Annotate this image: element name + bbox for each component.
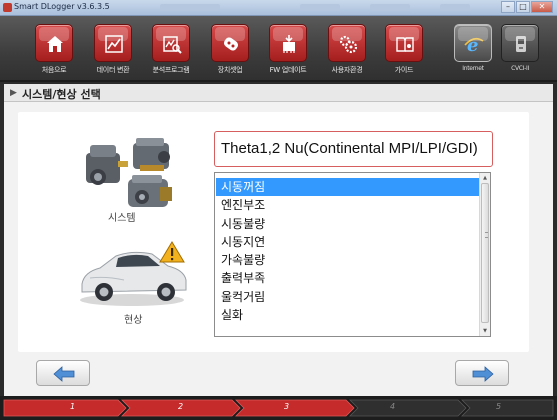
step-progress: 1 2 3 4 5	[0, 396, 557, 420]
car-image[interactable]	[76, 238, 194, 308]
device-setup-button-label: 장치셋업	[217, 66, 243, 74]
list-item[interactable]: 시동꺼짐	[216, 178, 479, 197]
home-icon	[35, 24, 73, 62]
system-label: 시스템	[108, 213, 136, 224]
fw-update-button[interactable]: FW 업데이트	[265, 24, 311, 75]
title-blur	[440, 4, 470, 11]
cvci-device-icon	[501, 24, 539, 62]
window-title: Smart DLogger v3.6.3.5	[14, 2, 110, 11]
device-setup-button[interactable]: 장치셋업	[207, 24, 253, 75]
scroll-down-icon[interactable]: ▼	[480, 326, 490, 336]
guide-icon	[385, 24, 423, 62]
data-convert-button-label: 데이터 변환	[96, 66, 130, 74]
cvci-button[interactable]: CVCI-II	[497, 24, 543, 72]
next-button[interactable]	[455, 360, 509, 386]
close-button[interactable]: ✕	[531, 1, 553, 13]
symptom-label: 현상	[124, 315, 143, 326]
internet-icon: e	[454, 24, 492, 62]
selected-engine-display[interactable]: Theta1,2 Nu(Continental MPI/LPI/GDI)	[214, 131, 493, 167]
guide-button-label: 가이드	[394, 66, 414, 74]
fw-update-icon	[269, 24, 307, 62]
home-button[interactable]: 처음으로	[31, 24, 77, 75]
user-settings-button[interactable]: 사용자환경	[324, 24, 370, 75]
list-item[interactable]: 가속불량	[216, 251, 479, 269]
title-blur	[370, 4, 410, 11]
step-progress-arrows	[3, 399, 554, 417]
device-setup-icon	[211, 24, 249, 62]
symptom-list[interactable]: 시동꺼짐 엔진부조 시동불량 시동지연 가속불량 출력부족 울컥거림 실화 ▲ …	[214, 172, 491, 337]
arrow-right-icon	[472, 366, 494, 382]
home-button-label: 처음으로	[41, 66, 67, 74]
page-title: 시스템/현상 선택	[22, 88, 101, 101]
scroll-up-icon[interactable]: ▲	[480, 173, 490, 183]
user-settings-button-label: 사용자환경	[331, 66, 363, 74]
cvci-button-label: CVCI-II	[511, 65, 529, 72]
main-toolbar: 처음으로 데이터 변환 분석프로그램 장치셋업 FW 업데이트 사용자환경 가이…	[0, 16, 557, 82]
internet-button-label: Internet	[462, 65, 484, 72]
list-scrollbar[interactable]: ▲ ▼	[479, 173, 490, 336]
user-settings-icon	[328, 24, 366, 62]
app-icon	[3, 3, 12, 12]
list-item[interactable]: 엔진부조	[216, 196, 479, 214]
engine-image[interactable]	[78, 135, 188, 213]
title-blur	[160, 4, 220, 11]
list-item[interactable]: 시동지연	[216, 233, 479, 251]
analysis-button[interactable]: 분석프로그램	[148, 24, 194, 75]
selected-engine-text: Theta1,2 Nu(Continental MPI/LPI/GDI)	[221, 140, 478, 157]
guide-button[interactable]: 가이드	[381, 24, 427, 75]
analysis-button-label: 분석프로그램	[152, 66, 190, 74]
back-button[interactable]	[36, 360, 90, 386]
arrow-left-icon	[53, 366, 75, 382]
svg-text:e: e	[467, 35, 478, 55]
data-convert-icon	[94, 24, 132, 62]
maximize-button[interactable]: □	[516, 1, 530, 13]
fw-update-button-label: FW 업데이트	[269, 66, 307, 74]
scroll-thumb[interactable]	[481, 183, 489, 323]
list-item[interactable]: 울컥거림	[216, 288, 479, 306]
title-blur	[300, 4, 340, 11]
title-bar: Smart DLogger v3.6.3.5 – □ ✕	[0, 0, 557, 16]
breadcrumb-arrow-icon: ▶	[10, 88, 17, 98]
analysis-icon	[152, 24, 190, 62]
breadcrumb: ▶ 시스템/현상 선택	[4, 84, 553, 102]
internet-button[interactable]: e Internet	[450, 24, 496, 72]
list-item[interactable]: 출력부족	[216, 269, 479, 287]
list-item[interactable]: 시동불량	[216, 215, 479, 233]
list-item[interactable]: 실화	[216, 306, 479, 324]
minimize-button[interactable]: –	[501, 1, 515, 13]
data-convert-button[interactable]: 데이터 변환	[90, 24, 136, 75]
